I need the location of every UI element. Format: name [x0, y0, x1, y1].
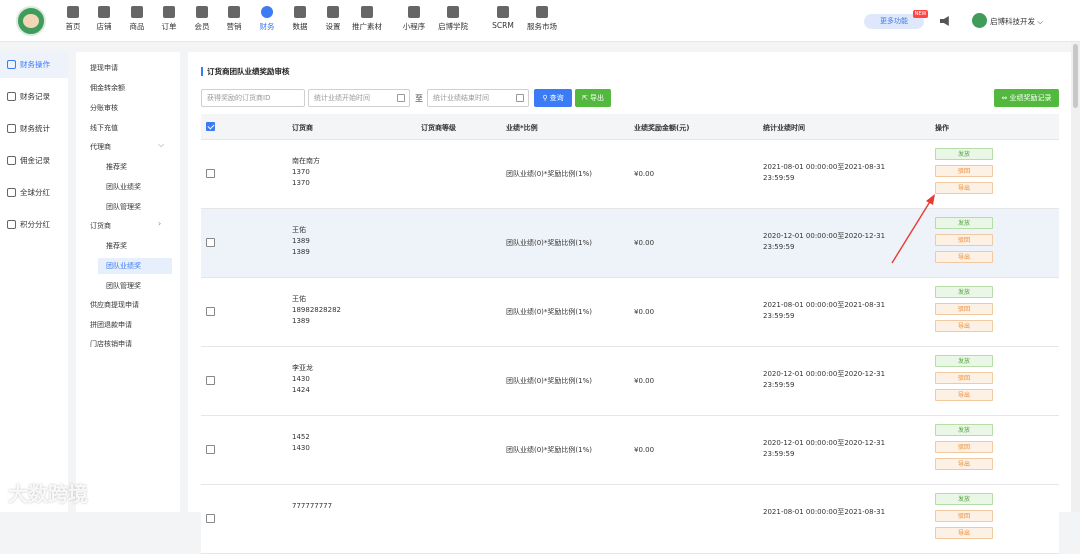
- watermark: 大数跨境: [8, 482, 88, 506]
- export-row-button[interactable]: 导出: [935, 527, 993, 539]
- page-scrollbar[interactable]: [1071, 42, 1080, 512]
- row-checkbox[interactable]: [206, 514, 215, 523]
- scrollbar-thumb[interactable]: [1073, 44, 1078, 108]
- annotation-arrow: [891, 194, 935, 264]
